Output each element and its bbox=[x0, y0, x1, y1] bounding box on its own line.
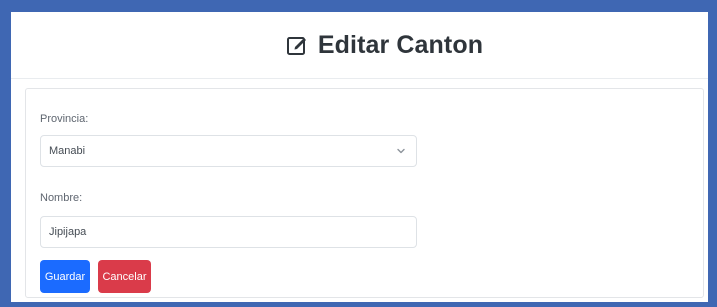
nombre-label: Nombre: bbox=[40, 192, 83, 204]
window-frame: Editar Canton Provincia: Manabi Nombre: … bbox=[0, 0, 717, 307]
edit-form-card: Provincia: Manabi Nombre: Jipijapa Guard… bbox=[25, 88, 704, 298]
cancel-button[interactable]: Cancelar bbox=[98, 260, 151, 293]
nombre-input[interactable]: Jipijapa bbox=[40, 216, 417, 248]
chevron-down-icon bbox=[396, 146, 406, 156]
provincia-field: Provincia: Manabi bbox=[40, 113, 417, 167]
edit-square-icon bbox=[286, 34, 308, 56]
provincia-label: Provincia: bbox=[40, 113, 89, 125]
page-title: Editar Canton bbox=[317, 30, 484, 59]
nombre-field: Nombre: Jipijapa bbox=[40, 192, 417, 248]
page-header: Editar Canton bbox=[11, 12, 708, 79]
nombre-input-value: Jipijapa bbox=[49, 226, 87, 238]
provincia-selected-value: Manabi bbox=[49, 145, 86, 157]
save-button[interactable]: Guardar bbox=[40, 260, 90, 293]
provincia-select[interactable]: Manabi bbox=[40, 135, 417, 167]
